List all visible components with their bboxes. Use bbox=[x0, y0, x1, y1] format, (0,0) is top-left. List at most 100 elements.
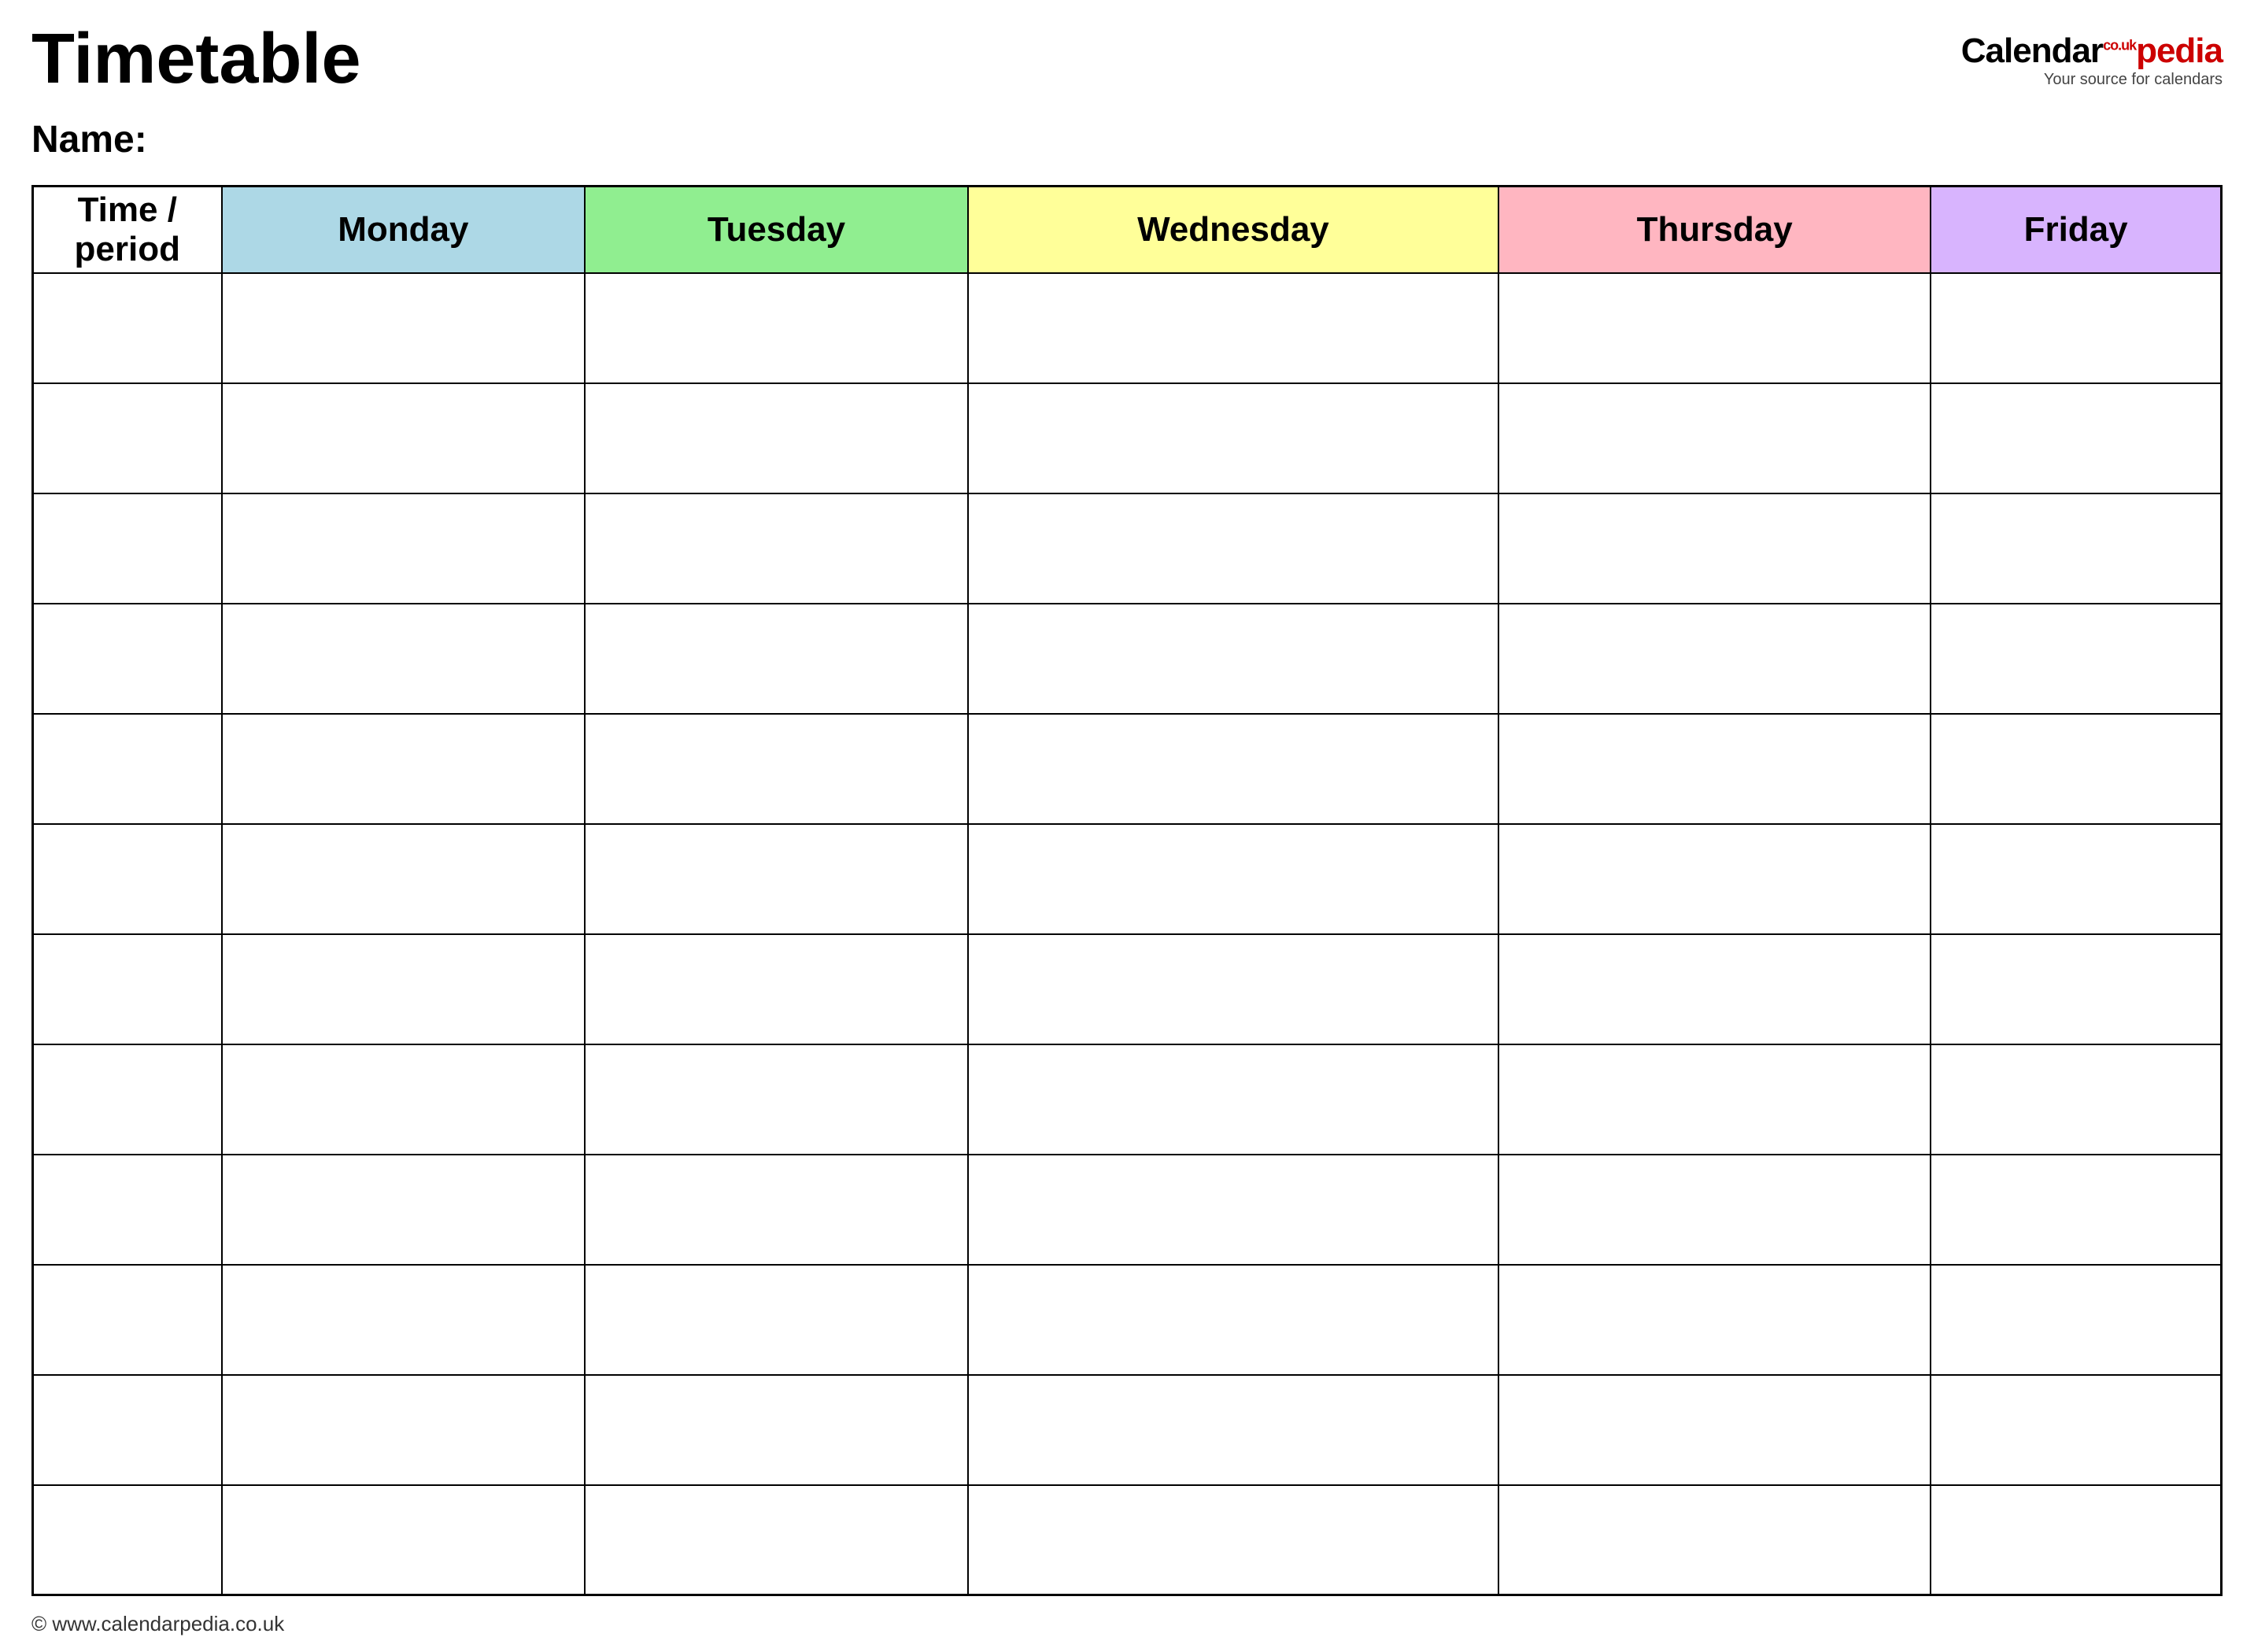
cell-row1-col4[interactable] bbox=[1498, 383, 1931, 493]
cell-row3-col4[interactable] bbox=[1498, 604, 1931, 714]
cell-row3-col1[interactable] bbox=[222, 604, 586, 714]
cell-row0-col1[interactable] bbox=[222, 273, 586, 383]
table-row bbox=[33, 273, 2222, 383]
cell-row4-col3[interactable] bbox=[968, 714, 1498, 824]
cell-row6-col5[interactable] bbox=[1931, 934, 2221, 1044]
col-header-thursday: Thursday bbox=[1498, 187, 1931, 273]
cell-row2-col5[interactable] bbox=[1931, 493, 2221, 604]
cell-row2-col4[interactable] bbox=[1498, 493, 1931, 604]
cell-row7-col2[interactable] bbox=[585, 1044, 967, 1155]
cell-row6-col2[interactable] bbox=[585, 934, 967, 1044]
cell-row9-col2[interactable] bbox=[585, 1265, 967, 1375]
cell-row2-col3[interactable] bbox=[968, 493, 1498, 604]
cell-row2-col1[interactable] bbox=[222, 493, 586, 604]
logo: Calendarco.ukpedia Your source for calen… bbox=[1961, 31, 2223, 89]
cell-row9-col3[interactable] bbox=[968, 1265, 1498, 1375]
cell-row10-col2[interactable] bbox=[585, 1375, 967, 1485]
cell-row2-col2[interactable] bbox=[585, 493, 967, 604]
cell-row1-col3[interactable] bbox=[968, 383, 1498, 493]
table-row bbox=[33, 383, 2222, 493]
cell-row0-col0[interactable] bbox=[33, 273, 222, 383]
cell-row11-col2[interactable] bbox=[585, 1485, 967, 1595]
cell-row3-col3[interactable] bbox=[968, 604, 1498, 714]
col-header-monday: Monday bbox=[222, 187, 586, 273]
cell-row11-col1[interactable] bbox=[222, 1485, 586, 1595]
cell-row5-col1[interactable] bbox=[222, 824, 586, 934]
cell-row8-col2[interactable] bbox=[585, 1155, 967, 1265]
cell-row1-col5[interactable] bbox=[1931, 383, 2221, 493]
cell-row3-col2[interactable] bbox=[585, 604, 967, 714]
cell-row6-col4[interactable] bbox=[1498, 934, 1931, 1044]
cell-row5-col3[interactable] bbox=[968, 824, 1498, 934]
cell-row7-col1[interactable] bbox=[222, 1044, 586, 1155]
name-label: Name: bbox=[31, 118, 2223, 161]
table-row bbox=[33, 824, 2222, 934]
cell-row0-col5[interactable] bbox=[1931, 273, 2221, 383]
cell-row6-col3[interactable] bbox=[968, 934, 1498, 1044]
col-header-friday: Friday bbox=[1931, 187, 2221, 273]
cell-row0-col4[interactable] bbox=[1498, 273, 1931, 383]
cell-row11-col0[interactable] bbox=[33, 1485, 222, 1595]
logo-brand: Calendarco.ukpedia bbox=[1961, 31, 2223, 71]
cell-row3-col5[interactable] bbox=[1931, 604, 2221, 714]
cell-row2-col0[interactable] bbox=[33, 493, 222, 604]
cell-row9-col1[interactable] bbox=[222, 1265, 586, 1375]
cell-row10-col4[interactable] bbox=[1498, 1375, 1931, 1485]
page-title: Timetable bbox=[31, 24, 361, 94]
table-row bbox=[33, 1265, 2222, 1375]
table-row bbox=[33, 714, 2222, 824]
logo-couk: co.uk bbox=[2103, 37, 2136, 53]
table-header-row: Time / period Monday Tuesday Wednesday T… bbox=[33, 187, 2222, 273]
cell-row4-col5[interactable] bbox=[1931, 714, 2221, 824]
col-header-tuesday: Tuesday bbox=[585, 187, 967, 273]
cell-row8-col4[interactable] bbox=[1498, 1155, 1931, 1265]
cell-row8-col0[interactable] bbox=[33, 1155, 222, 1265]
cell-row1-col2[interactable] bbox=[585, 383, 967, 493]
cell-row6-col1[interactable] bbox=[222, 934, 586, 1044]
cell-row8-col3[interactable] bbox=[968, 1155, 1498, 1265]
cell-row8-col1[interactable] bbox=[222, 1155, 586, 1265]
cell-row4-col2[interactable] bbox=[585, 714, 967, 824]
cell-row9-col0[interactable] bbox=[33, 1265, 222, 1375]
cell-row9-col4[interactable] bbox=[1498, 1265, 1931, 1375]
cell-row5-col2[interactable] bbox=[585, 824, 967, 934]
cell-row4-col1[interactable] bbox=[222, 714, 586, 824]
logo-tagline: Your source for calendars bbox=[2044, 71, 2223, 89]
cell-row10-col3[interactable] bbox=[968, 1375, 1498, 1485]
table-row bbox=[33, 1155, 2222, 1265]
cell-row11-col4[interactable] bbox=[1498, 1485, 1931, 1595]
cell-row7-col0[interactable] bbox=[33, 1044, 222, 1155]
cell-row11-col3[interactable] bbox=[968, 1485, 1498, 1595]
table-row bbox=[33, 934, 2222, 1044]
cell-row11-col5[interactable] bbox=[1931, 1485, 2221, 1595]
cell-row7-col4[interactable] bbox=[1498, 1044, 1931, 1155]
cell-row4-col4[interactable] bbox=[1498, 714, 1931, 824]
cell-row7-col5[interactable] bbox=[1931, 1044, 2221, 1155]
logo-pedia-text: pedia bbox=[2136, 31, 2223, 70]
logo-calendar-text: Calendar bbox=[1961, 31, 2103, 70]
cell-row7-col3[interactable] bbox=[968, 1044, 1498, 1155]
cell-row6-col0[interactable] bbox=[33, 934, 222, 1044]
page-header: Timetable Calendarco.ukpedia Your source… bbox=[31, 24, 2223, 94]
cell-row9-col5[interactable] bbox=[1931, 1265, 2221, 1375]
footer-url: © www.calendarpedia.co.uk bbox=[31, 1612, 284, 1635]
cell-row1-col1[interactable] bbox=[222, 383, 586, 493]
cell-row5-col5[interactable] bbox=[1931, 824, 2221, 934]
col-header-time: Time / period bbox=[33, 187, 222, 273]
cell-row10-col5[interactable] bbox=[1931, 1375, 2221, 1485]
cell-row0-col2[interactable] bbox=[585, 273, 967, 383]
cell-row0-col3[interactable] bbox=[968, 273, 1498, 383]
cell-row1-col0[interactable] bbox=[33, 383, 222, 493]
table-row bbox=[33, 1485, 2222, 1595]
cell-row4-col0[interactable] bbox=[33, 714, 222, 824]
cell-row5-col4[interactable] bbox=[1498, 824, 1931, 934]
cell-row3-col0[interactable] bbox=[33, 604, 222, 714]
cell-row8-col5[interactable] bbox=[1931, 1155, 2221, 1265]
table-row bbox=[33, 493, 2222, 604]
timetable: Time / period Monday Tuesday Wednesday T… bbox=[31, 185, 2223, 1596]
table-row bbox=[33, 604, 2222, 714]
cell-row10-col1[interactable] bbox=[222, 1375, 586, 1485]
table-row bbox=[33, 1044, 2222, 1155]
cell-row5-col0[interactable] bbox=[33, 824, 222, 934]
cell-row10-col0[interactable] bbox=[33, 1375, 222, 1485]
